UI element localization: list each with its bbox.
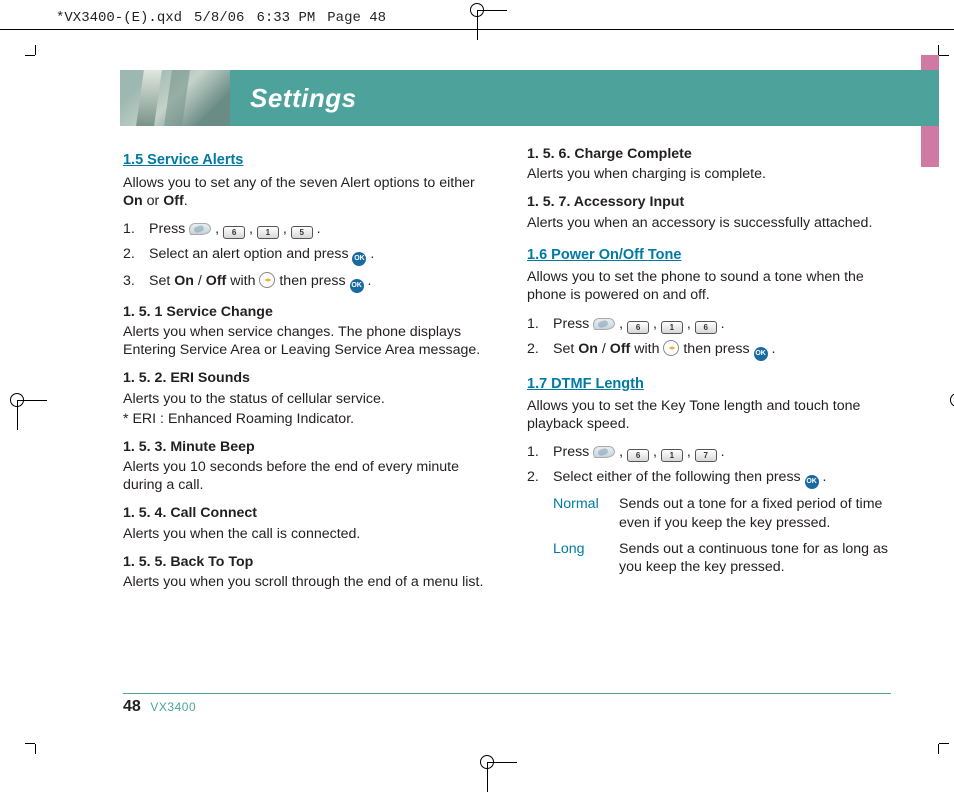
nav-key-icon <box>259 272 275 288</box>
dtmf-option-normal: Normal Sends out a tone for a fixed peri… <box>553 495 891 531</box>
qxd-status-bar: *VX3400-(E).qxd 5/8/06 6:33 PM Page 48 <box>0 0 954 30</box>
body-1-5-7: Alerts you when an accessory is successf… <box>527 214 891 232</box>
qxd-page: Page 48 <box>327 10 386 26</box>
dtmf-long-label: Long <box>553 540 607 576</box>
key-1-icon: 1 <box>661 449 683 462</box>
chapter-header: Settings <box>120 70 939 126</box>
body-1-5-3: Alerts you 10 seconds before the end of … <box>123 458 487 494</box>
key-6-icon: 6 <box>223 226 245 239</box>
dtmf-long-desc: Sends out a continuous tone for as long … <box>619 540 891 576</box>
step-1-6-1: 1. Press , 6 , 1 , 6 . <box>527 315 891 334</box>
page-footer: 48 VX3400 <box>123 693 891 716</box>
page-frame: Settings 1.5 Service Alerts Allows you t… <box>35 55 939 744</box>
ok-key-icon: OK <box>805 475 819 489</box>
key-1-icon: 1 <box>661 321 683 334</box>
body-1-5-6: Alerts you when charging is complete. <box>527 165 891 183</box>
key-6-icon: 6 <box>627 321 649 334</box>
body-1-5-1: Alerts you when service changes. The pho… <box>123 323 487 359</box>
step-1-6-2: 2. Set On / Off with then press OK . <box>527 340 891 361</box>
heading-1-5-6: 1. 5. 6. Charge Complete <box>527 145 891 163</box>
heading-1-5-1: 1. 5. 1 Service Change <box>123 303 487 321</box>
step-1-7-1: 1. Press , 6 , 1 , 7 . <box>527 443 891 462</box>
step-1-5-2: 2. Select an alert option and press OK . <box>123 245 487 266</box>
heading-1-5-2: 1. 5. 2. ERI Sounds <box>123 369 487 387</box>
header-thumbnail <box>120 70 230 126</box>
dtmf-option-long: Long Sends out a continuous tone for as … <box>553 540 891 576</box>
nav-key-icon <box>663 340 679 356</box>
body-1-5-2b: * ERI : Enhanced Roaming Indicator. <box>123 410 487 428</box>
body-content: 1.5 Service Alerts Allows you to set any… <box>123 145 891 684</box>
ok-key-icon: OK <box>350 279 364 293</box>
heading-1-5-5: 1. 5. 5. Back To Top <box>123 553 487 571</box>
ok-key-icon: OK <box>352 252 366 266</box>
heading-1-5: 1.5 Service Alerts <box>123 151 487 170</box>
key-6-icon: 6 <box>627 449 649 462</box>
qxd-filename: *VX3400-(E).qxd <box>56 10 182 26</box>
intro-1-6: Allows you to set the phone to sound a t… <box>527 268 891 304</box>
chapter-title: Settings <box>250 83 357 114</box>
heading-1-6: 1.6 Power On/Off Tone <box>527 246 891 265</box>
step-1-5-3: 3. Set On / Off with then press OK . <box>123 272 487 293</box>
header-end-rule <box>917 70 919 126</box>
ok-key-icon: OK <box>754 347 768 361</box>
model-name: VX3400 <box>150 700 196 714</box>
heading-1-5-4: 1. 5. 4. Call Connect <box>123 504 487 522</box>
body-1-5-4: Alerts you when the call is connected. <box>123 525 487 543</box>
qxd-date: 5/8/06 <box>194 10 244 26</box>
qxd-time: 6:33 PM <box>256 10 315 26</box>
intro-1-7: Allows you to set the Key Tone length an… <box>527 397 891 433</box>
dtmf-normal-label: Normal <box>553 495 607 531</box>
step-1-7-2: 2. Select either of the following then p… <box>527 468 891 489</box>
page-number: 48 <box>123 698 141 715</box>
heading-1-5-7: 1. 5. 7. Accessory Input <box>527 193 891 211</box>
key-1-icon: 1 <box>257 226 279 239</box>
left-soft-key-icon <box>593 318 615 330</box>
dtmf-normal-desc: Sends out a tone for a fixed period of t… <box>619 495 891 531</box>
step-1-5-1: 1. Press , 6 , 1 , 5 . <box>123 220 487 239</box>
body-1-5-5: Alerts you when you scroll through the e… <box>123 573 487 591</box>
left-soft-key-icon <box>189 223 211 235</box>
key-7-icon: 7 <box>695 449 717 462</box>
body-1-5-2a: Alerts you to the status of cellular ser… <box>123 390 487 408</box>
heading-1-5-3: 1. 5. 3. Minute Beep <box>123 438 487 456</box>
heading-1-7: 1.7 DTMF Length <box>527 375 891 394</box>
key-5-icon: 5 <box>291 226 313 239</box>
intro-1-5: Allows you to set any of the seven Alert… <box>123 174 487 210</box>
left-soft-key-icon <box>593 446 615 458</box>
key-6-icon: 6 <box>695 321 717 334</box>
